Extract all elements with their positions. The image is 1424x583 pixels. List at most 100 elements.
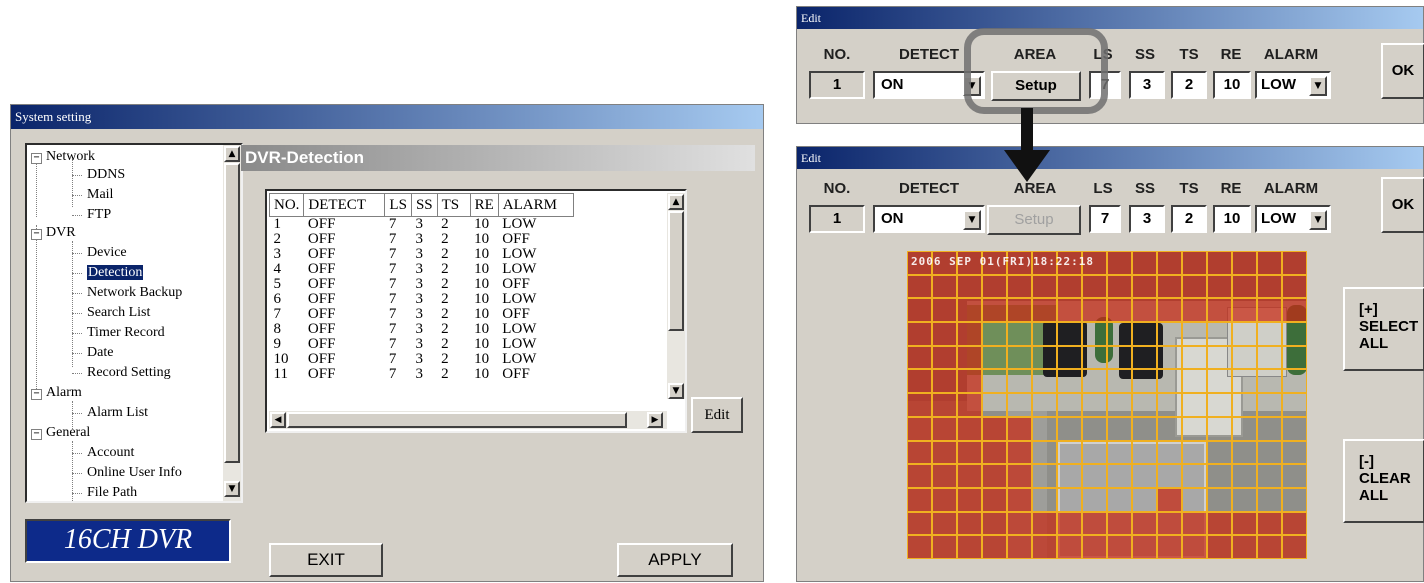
- grid-cell[interactable]: [1057, 393, 1082, 417]
- grid-cell[interactable]: [1232, 274, 1257, 299]
- grid-cell[interactable]: [957, 440, 982, 465]
- grid-cell[interactable]: [932, 274, 957, 299]
- tree-network-backup[interactable]: Network Backup: [87, 285, 182, 300]
- grid-cell[interactable]: [1032, 511, 1057, 536]
- detect-select[interactable]: ON ▼: [873, 205, 985, 233]
- grid-cell[interactable]: [1182, 251, 1207, 275]
- grid-cell[interactable]: [1132, 511, 1157, 536]
- grid-cell[interactable]: [907, 274, 932, 299]
- grid-cell[interactable]: [1132, 535, 1157, 559]
- grid-cell[interactable]: [1082, 369, 1107, 394]
- tree-network[interactable]: Network: [46, 149, 95, 164]
- tree-alarm-list[interactable]: Alarm List: [87, 405, 148, 420]
- grid-cell[interactable]: [1182, 416, 1207, 441]
- grid-cell[interactable]: [1107, 464, 1132, 488]
- grid-cell[interactable]: [1057, 369, 1082, 394]
- tree-dvr[interactable]: DVR: [46, 225, 76, 240]
- grid-cell[interactable]: [1132, 487, 1157, 512]
- grid-cell[interactable]: [1257, 487, 1282, 512]
- grid-cell[interactable]: [932, 535, 957, 559]
- grid-cell[interactable]: [1257, 511, 1282, 536]
- grid-cell[interactable]: [957, 274, 982, 299]
- grid-cell[interactable]: [1182, 440, 1207, 465]
- grid-cell[interactable]: [1257, 369, 1282, 394]
- col-ls[interactable]: LS: [384, 193, 412, 217]
- grid-cell[interactable]: [1157, 322, 1182, 346]
- grid-cell[interactable]: [1107, 535, 1132, 559]
- grid-cell[interactable]: [1057, 464, 1082, 488]
- value-ts[interactable]: 2: [1171, 71, 1207, 99]
- grid-cell[interactable]: [1157, 274, 1182, 299]
- grid-cell[interactable]: [1082, 464, 1107, 488]
- grid-cell[interactable]: [1032, 345, 1057, 370]
- grid-cell[interactable]: [1082, 440, 1107, 465]
- grid-cell[interactable]: [1257, 440, 1282, 465]
- value-ss[interactable]: 3: [1129, 71, 1165, 99]
- grid-cell[interactable]: [932, 440, 957, 465]
- tree-record-setting[interactable]: Record Setting: [87, 365, 171, 380]
- tree-alarm[interactable]: Alarm: [46, 385, 82, 400]
- value-re[interactable]: 10: [1213, 71, 1251, 99]
- grid-cell[interactable]: [1182, 345, 1207, 370]
- grid-cell[interactable]: [1032, 274, 1057, 299]
- value-ss[interactable]: 3: [1129, 205, 1165, 233]
- grid-cell[interactable]: [1257, 322, 1282, 346]
- grid-cell[interactable]: [957, 369, 982, 394]
- col-ss[interactable]: SS: [410, 193, 438, 217]
- tree-detection[interactable]: Detection: [87, 265, 144, 280]
- tree-ftp[interactable]: FTP: [87, 207, 111, 222]
- grid-cell[interactable]: [1107, 393, 1132, 417]
- grid-cell[interactable]: [1032, 440, 1057, 465]
- grid-cell[interactable]: [1257, 298, 1282, 323]
- grid-cell[interactable]: [1282, 511, 1307, 536]
- grid-cell[interactable]: [1007, 393, 1032, 417]
- grid-cell[interactable]: [1132, 298, 1157, 323]
- grid-cell[interactable]: [932, 464, 957, 488]
- tree-timer-record[interactable]: Timer Record: [87, 325, 165, 340]
- table-row[interactable]: 7 OFF 7 3 2 10 OFF: [270, 307, 574, 322]
- col-no[interactable]: NO.: [268, 193, 305, 217]
- grid-cell[interactable]: [1182, 274, 1207, 299]
- grid-cell[interactable]: [1232, 487, 1257, 512]
- grid-cell[interactable]: [932, 393, 957, 417]
- grid-cell[interactable]: [1032, 322, 1057, 346]
- grid-cell[interactable]: [1282, 416, 1307, 441]
- scroll-up-icon[interactable]: ▲: [668, 194, 684, 210]
- grid-cell[interactable]: [1157, 369, 1182, 394]
- grid-cell[interactable]: [957, 345, 982, 370]
- grid-cell[interactable]: [982, 511, 1007, 536]
- grid-cell[interactable]: [1007, 345, 1032, 370]
- grid-cell[interactable]: [1107, 274, 1132, 299]
- grid-cell[interactable]: [982, 440, 1007, 465]
- grid-cell[interactable]: [1182, 393, 1207, 417]
- grid-cell[interactable]: [1232, 464, 1257, 488]
- tree-scroll-thumb[interactable]: [224, 163, 240, 463]
- grid-cell[interactable]: [1232, 369, 1257, 394]
- grid-cell[interactable]: [1132, 251, 1157, 275]
- grid-cell[interactable]: [1282, 393, 1307, 417]
- grid-cell[interactable]: [1132, 274, 1157, 299]
- apply-button[interactable]: APPLY: [617, 543, 733, 577]
- grid-cell[interactable]: [1132, 464, 1157, 488]
- ok-button-top[interactable]: OK: [1381, 43, 1424, 99]
- grid-cell[interactable]: [1007, 440, 1032, 465]
- grid-cell[interactable]: [907, 535, 932, 559]
- grid-cell[interactable]: [1207, 535, 1232, 559]
- grid-cell[interactable]: [1132, 416, 1157, 441]
- value-ts[interactable]: 2: [1171, 205, 1207, 233]
- grid-cell[interactable]: [907, 440, 932, 465]
- tree-general[interactable]: General: [46, 425, 90, 440]
- grid-cell[interactable]: [1057, 345, 1082, 370]
- grid-cell[interactable]: [1232, 535, 1257, 559]
- table-v-scrollbar[interactable]: ▲ ▼: [667, 193, 685, 399]
- grid-cell[interactable]: [1007, 416, 1032, 441]
- grid-cell[interactable]: [1157, 345, 1182, 370]
- table-row[interactable]: 8 OFF 7 3 2 10 LOW: [270, 322, 574, 337]
- grid-cell[interactable]: [1007, 298, 1032, 323]
- chevron-down-icon[interactable]: ▼: [1309, 210, 1327, 230]
- grid-cell[interactable]: [1132, 393, 1157, 417]
- grid-cell[interactable]: [1132, 345, 1157, 370]
- table-row[interactable]: 2 OFF 7 3 2 10 OFF: [270, 232, 574, 247]
- grid-cell[interactable]: [982, 393, 1007, 417]
- grid-cell[interactable]: [1257, 416, 1282, 441]
